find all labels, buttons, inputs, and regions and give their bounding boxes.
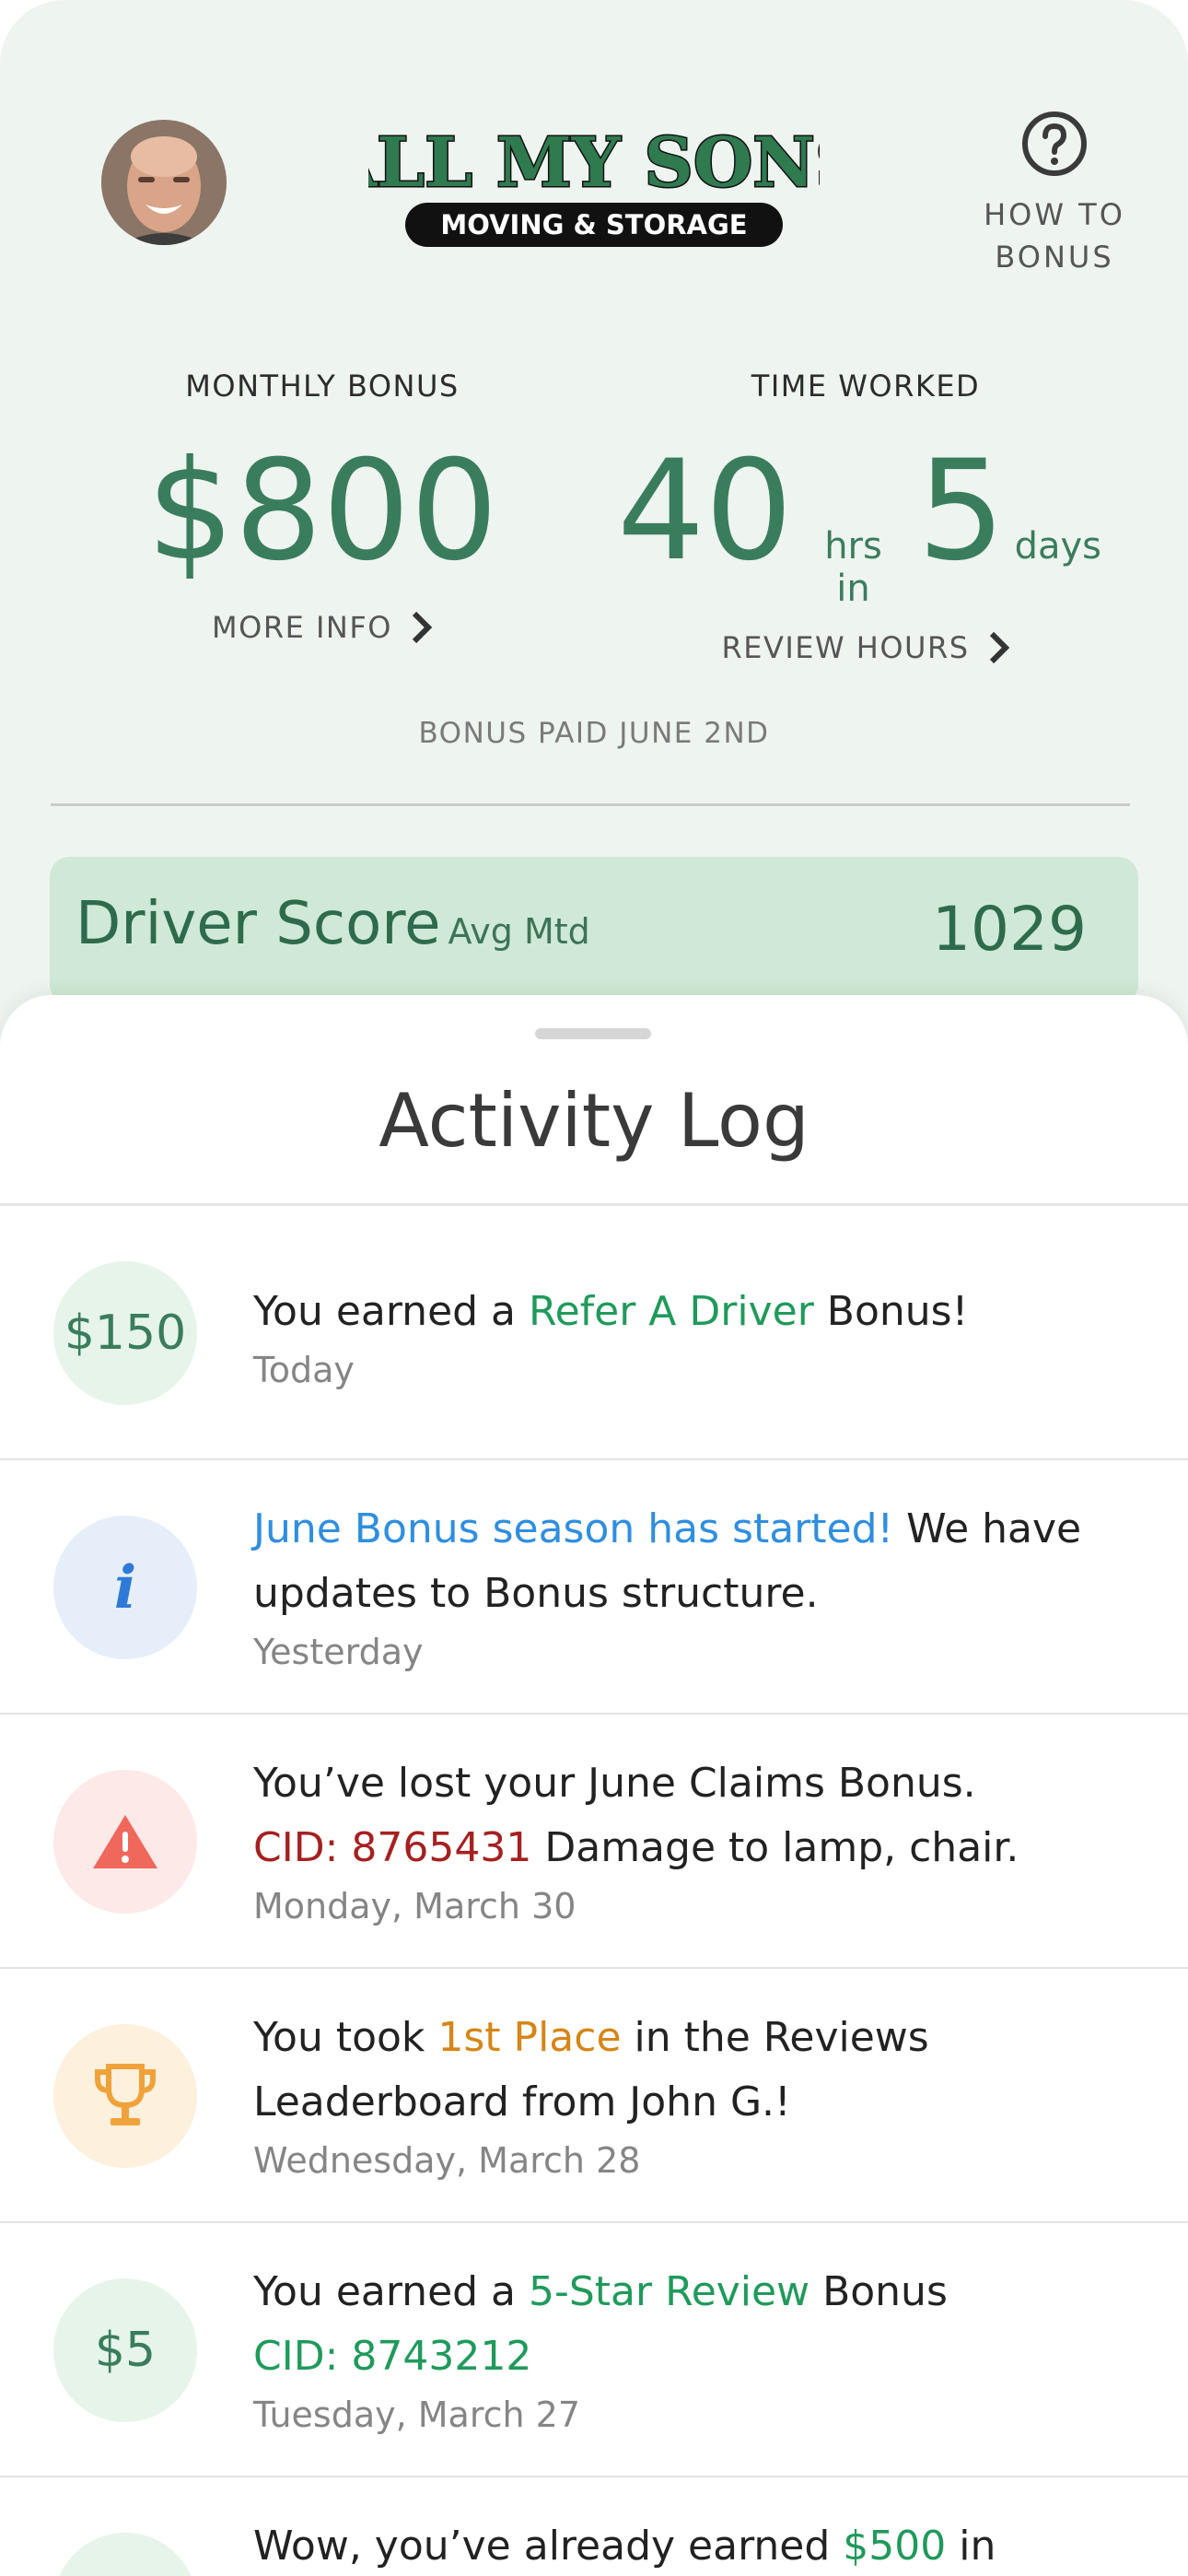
activity-time: Yesterday — [253, 1632, 424, 1672]
monthly-bonus-stat: MONTHLY BONUS $800 MORE INFO — [92, 369, 553, 645]
activity-text-pre: You earned a — [253, 2268, 529, 2315]
activity-item[interactable]: You took 1st Place in the Reviews Leader… — [0, 1969, 1188, 2223]
time-worked-stat: TIME WORKED 40 hrs in 5 days REVIEW HOUR… — [617, 369, 1114, 665]
driver-score-label: Driver Score — [76, 890, 441, 958]
activity-text-post: in — [946, 2523, 996, 2570]
screen: ALL MY SONS MOVING & STORAGE HOW TO BONU… — [0, 0, 1188, 2576]
activity-text-pre: You’ve lost your June Claims Bonus. — [253, 1760, 976, 1807]
review-hours-link[interactable]: REVIEW HOURS — [721, 630, 1009, 665]
days-unit: days — [1014, 525, 1101, 568]
activity-highlight: 1st Place — [437, 2014, 622, 2061]
hours-unit: hrs in — [824, 525, 882, 610]
logo-wordmark: ALL MY SONS — [368, 123, 820, 203]
logo-tagline: MOVING & STORAGE — [440, 209, 747, 240]
activity-item[interactable]: You’ve lost your June Claims Bonus. CID: … — [0, 1715, 1188, 1969]
activity-time: Tuesday, March 27 — [253, 2395, 581, 2435]
money-badge: $5 — [53, 2278, 197, 2422]
hours-value: 40 — [617, 431, 793, 591]
monthly-bonus-label: MONTHLY BONUS — [185, 369, 460, 404]
help-icon — [1022, 111, 1087, 176]
avatar-photo — [101, 120, 227, 245]
bonus-header: ALL MY SONS MOVING & STORAGE HOW TO BONU… — [0, 0, 1188, 1060]
trophy-icon — [95, 2064, 156, 2125]
activity-time: Today — [253, 1350, 355, 1390]
activity-text-pre: Wow, you’ve already earned — [253, 2523, 844, 2570]
activity-item[interactable]: $150 You earned a Refer A Driver Bonus! … — [0, 1206, 1188, 1460]
info-badge: i — [53, 1516, 197, 1659]
activity-text: You took 1st Place in the Reviews Leader… — [253, 2006, 1133, 2186]
badge-amount: $150 — [64, 1306, 187, 1361]
badge-amount: $5 — [94, 2323, 157, 2378]
activity-log-sheet[interactable]: Activity Log $150 You earned a Refer A D… — [0, 995, 1188, 2576]
time-worked-value: 40 hrs in 5 days — [617, 433, 1114, 610]
driver-score-card[interactable]: Driver Score Avg Mtd 1029 — [50, 857, 1138, 1004]
activity-item[interactable]: Wow, you’ve already earned $500 in — [0, 2477, 1188, 2576]
driver-score-title: Driver Score Avg Mtd — [76, 890, 590, 958]
more-info-label: MORE INFO — [212, 610, 392, 645]
avatar[interactable] — [101, 120, 227, 245]
activity-text-post: Damage to lamp, chair. — [531, 1824, 1019, 1871]
activity-text: You earned a 5-Star Review Bonus CID: 874… — [253, 2260, 1133, 2441]
activity-log-title: Activity Log — [379, 1078, 809, 1164]
activity-highlight: 5-Star Review — [529, 2268, 810, 2315]
monthly-bonus-value: $800 — [146, 431, 498, 591]
activity-text-pre: You earned a — [253, 1288, 529, 1335]
warning-badge — [53, 1770, 197, 1914]
money-badge: $150 — [53, 1261, 197, 1405]
activity-highlight: $500 — [843, 2523, 947, 2570]
claim-id: CID: 8743212 — [253, 2333, 532, 2380]
how-to-bonus-button[interactable]: HOW TO BONUS — [958, 101, 1151, 295]
activity-text-post: Bonus — [809, 2268, 948, 2315]
chevron-right-icon — [989, 631, 1009, 664]
days-value: 5 — [917, 431, 1006, 591]
more-info-link[interactable]: MORE INFO — [212, 610, 433, 645]
driver-score-subtitle: Avg Mtd — [448, 911, 590, 952]
activity-text-post: Bonus! — [813, 1288, 969, 1335]
bonus-paid-date: BONUS PAID JUNE 2ND — [418, 717, 770, 750]
activity-highlight: June Bonus season has started! — [253, 1505, 894, 1552]
sheet-drag-handle[interactable] — [535, 1028, 651, 1039]
warning-icon — [93, 1815, 157, 1868]
activity-text: You’ve lost your June Claims Bonus. CID: … — [253, 1751, 1133, 1932]
activity-text: June Bonus season has started! We have u… — [253, 1497, 1133, 1678]
trophy-badge — [53, 2024, 197, 2168]
info-icon: i — [113, 1552, 137, 1622]
activity-text-pre: You took — [253, 2014, 438, 2061]
time-worked-label: TIME WORKED — [751, 369, 981, 404]
how-to-bonus-label: HOW TO BONUS — [984, 197, 1125, 275]
driver-score-value: 1029 — [932, 894, 1087, 965]
activity-time: Monday, March 30 — [253, 1886, 577, 1926]
review-hours-label: REVIEW HOURS — [721, 630, 970, 665]
claim-id: CID: 8765431 — [253, 1824, 532, 1871]
activity-item[interactable]: $5 You earned a 5-Star Review Bonus CID: … — [0, 2223, 1188, 2477]
money-badge — [53, 2533, 197, 2576]
activity-time: Wednesday, March 28 — [253, 2140, 641, 2181]
company-logo: ALL MY SONS MOVING & STORAGE — [321, 111, 866, 258]
activity-highlight: Refer A Driver — [529, 1288, 814, 1335]
activity-item[interactable]: i June Bonus season has started! We have… — [0, 1460, 1188, 1715]
activity-text: Wow, you’ve already earned $500 in — [253, 2514, 1133, 2576]
divider — [51, 803, 1130, 806]
chevron-right-icon — [412, 611, 433, 644]
activity-text: You earned a Refer A Driver Bonus! Today — [253, 1280, 1133, 1396]
